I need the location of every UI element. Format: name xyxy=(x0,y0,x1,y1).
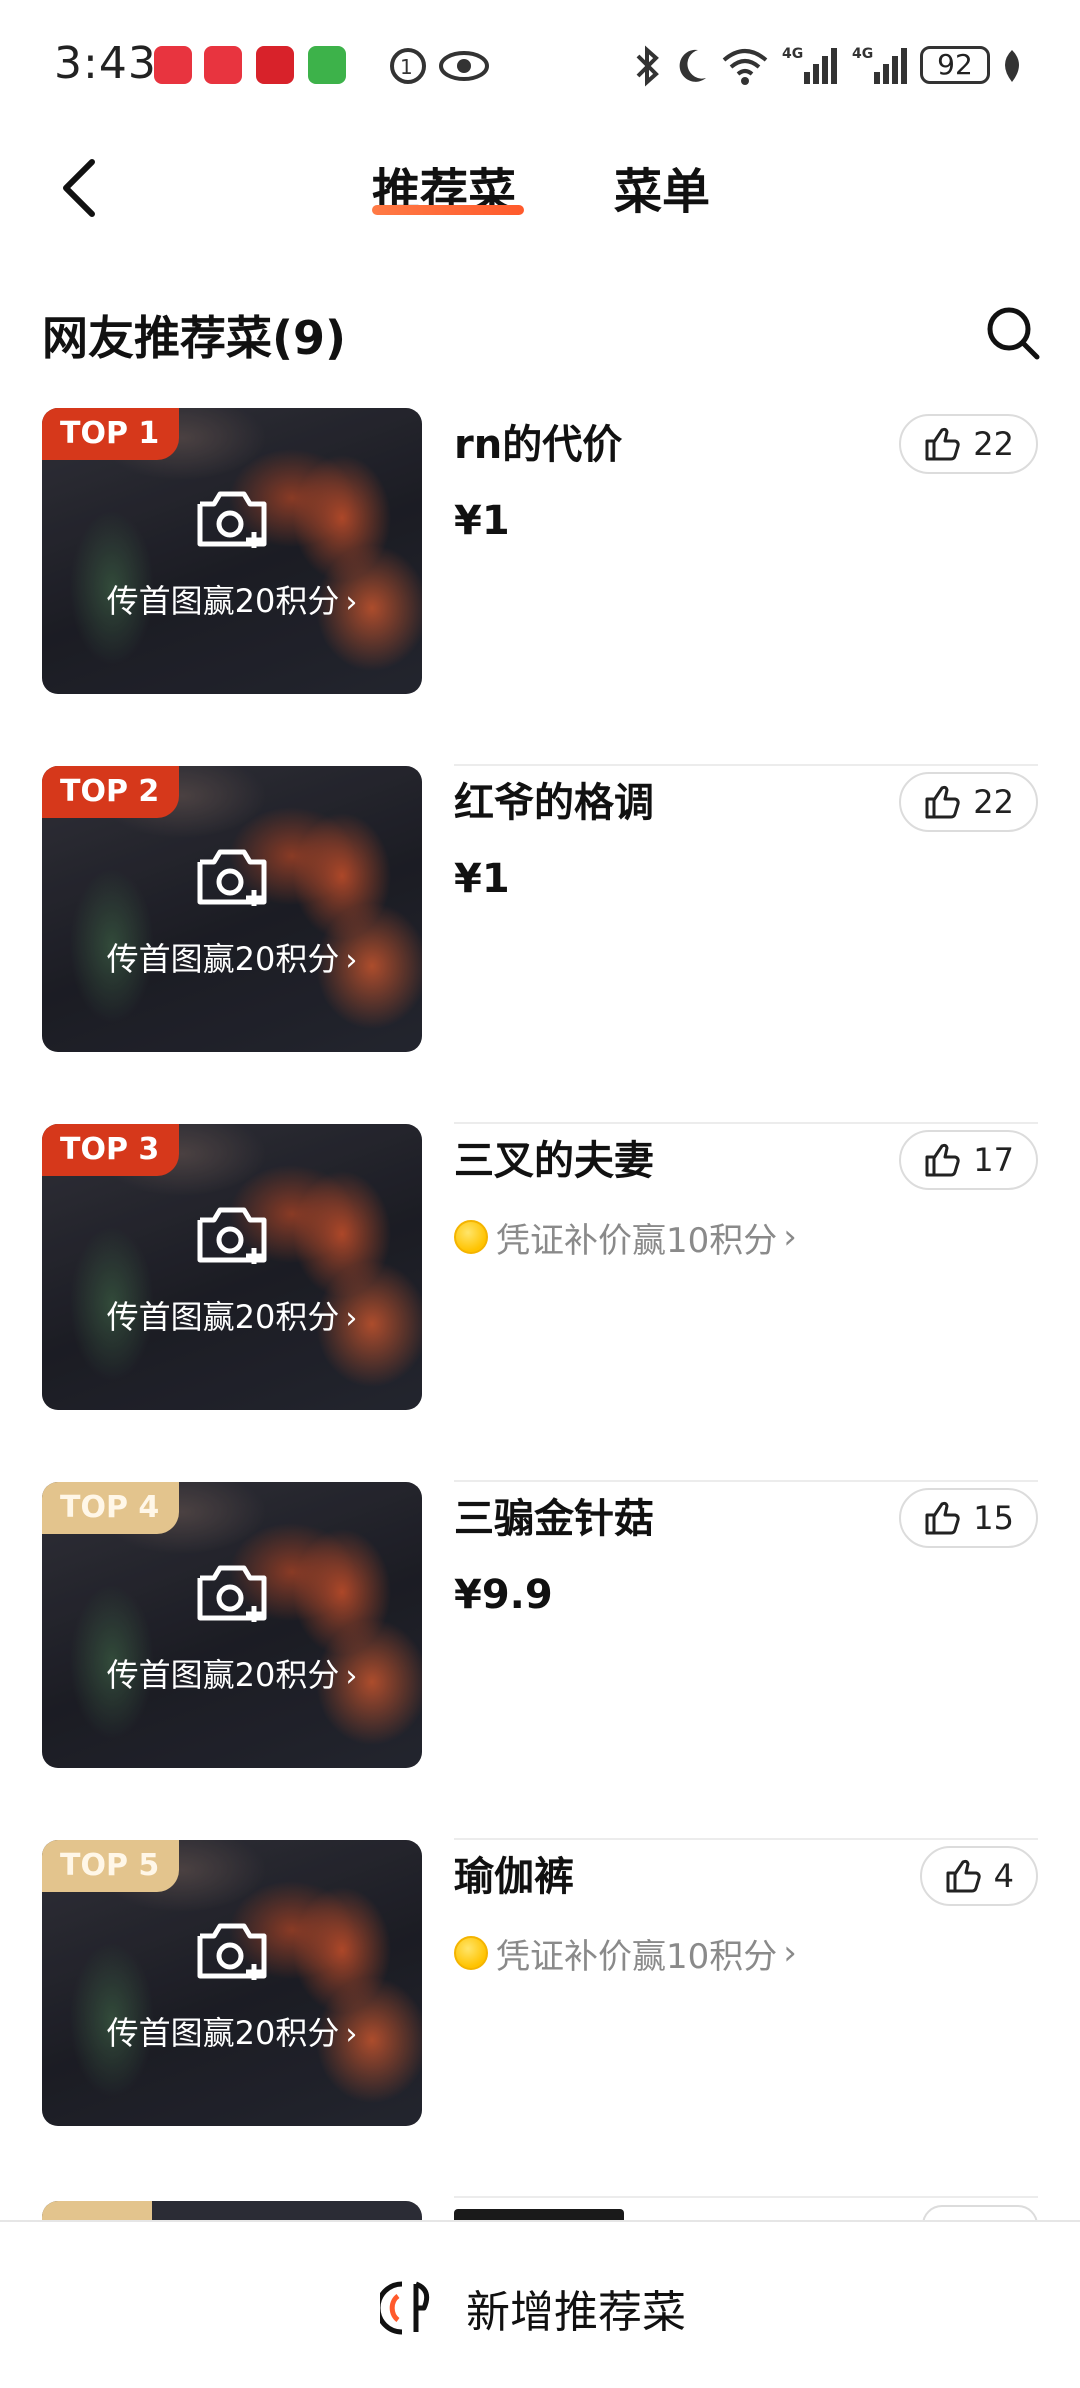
coin-icon xyxy=(454,1936,488,1970)
dish-photo-placeholder[interactable]: TOP 4 传首图赢20积分 › xyxy=(42,1482,422,1768)
like-button[interactable]: 17 xyxy=(899,1130,1038,1190)
dish-row[interactable]: TOP 5 传首图赢20积分 › 瑜伽裤 凭证补价赢10积分 › 4 xyxy=(0,1840,1080,2198)
dish-name: 瑜伽裤 xyxy=(454,1854,574,1900)
chevron-right-icon: › xyxy=(345,585,358,620)
huawei-app-icon xyxy=(204,46,242,84)
search-icon xyxy=(987,307,1040,360)
section-title: 网友推荐菜(9) xyxy=(42,311,347,365)
chevron-right-icon: › xyxy=(783,1933,797,1973)
thumbs-up-icon xyxy=(925,785,960,819)
svg-text:1: 1 xyxy=(400,55,413,79)
rank-badge: TOP 4 xyxy=(42,1482,180,1534)
dish-name: 三骟金针菇 xyxy=(454,1496,654,1542)
dish-photo-placeholder[interactable]: TOP 5 传首图赢20积分 › xyxy=(42,1840,422,2126)
add-photo-camera-icon xyxy=(197,491,267,548)
dish-row[interactable]: TOP 1 传首图赢20积分 › rn的代价 ¥1 22 xyxy=(0,408,1080,766)
status-time: 3:43 xyxy=(54,38,157,89)
like-button[interactable]: 22 xyxy=(899,414,1038,474)
rank-badge: TOP 1 xyxy=(42,408,180,460)
price-voucher-link[interactable]: 凭证补价赢10积分 › xyxy=(454,1212,797,1262)
thumbs-up-icon xyxy=(925,1143,960,1177)
thumbs-up-icon xyxy=(925,427,960,461)
like-button[interactable]: 22 xyxy=(899,772,1038,832)
dish-name: rn的代价 xyxy=(454,422,623,468)
add-photo-camera-icon xyxy=(197,1207,267,1264)
charging-leaf-icon xyxy=(1005,50,1019,82)
utensils-icon xyxy=(380,2281,430,2335)
dish-photo-placeholder[interactable]: TOP 1 传首图赢20积分 › xyxy=(42,408,422,694)
upload-photo-prompt: 传首图赢20积分 › xyxy=(106,940,358,978)
pinduoduo-app-icon xyxy=(256,46,294,84)
dish-name: 三叉的夫妻 xyxy=(454,1138,654,1184)
like-count: 15 xyxy=(973,1499,1014,1537)
dish-price: ¥1 xyxy=(454,498,510,544)
svg-text:4G: 4G xyxy=(782,46,803,62)
signal-4g-icon: 4G xyxy=(852,46,907,84)
signal-4g-icon: 4G xyxy=(782,46,837,84)
like-count: 22 xyxy=(973,783,1014,821)
like-count: 17 xyxy=(973,1141,1014,1179)
upload-photo-prompt: 传首图赢20积分 › xyxy=(106,2014,358,2052)
chevron-left-icon xyxy=(63,159,95,217)
huawei-app-icon xyxy=(154,46,192,84)
tab-menu[interactable]: 菜单 xyxy=(614,152,710,222)
chevron-right-icon: › xyxy=(783,1217,797,1257)
dish-photo-placeholder[interactable]: TOP 2 传首图赢20积分 › xyxy=(42,766,422,1052)
bottom-action-bar: 新增推荐菜 xyxy=(0,2220,1080,2388)
add-photo-camera-icon xyxy=(197,1565,267,1622)
like-count: 4 xyxy=(993,1857,1014,1895)
add-photo-camera-icon xyxy=(197,849,267,906)
status-bar: 3:43 1 4G 4G 92 xyxy=(0,0,1080,130)
rank-badge: TOP 2 xyxy=(42,766,180,818)
thumbs-up-icon xyxy=(946,1859,981,1893)
dish-name: 红爷的格调 xyxy=(454,780,654,826)
upload-photo-prompt: 传首图赢20积分 › xyxy=(106,1298,358,1336)
coin-icon xyxy=(454,1220,488,1254)
game-app-icon xyxy=(308,46,346,84)
like-button[interactable]: 4 xyxy=(919,1846,1038,1906)
chevron-right-icon: › xyxy=(345,1301,358,1336)
active-tab-indicator xyxy=(372,205,524,215)
price-voucher-link[interactable]: 凭证补价赢10积分 › xyxy=(454,1928,797,1978)
chevron-right-icon: › xyxy=(345,1659,358,1694)
rank-badge: TOP 3 xyxy=(42,1124,180,1176)
upload-photo-prompt: 传首图赢20积分 › xyxy=(106,582,358,620)
moon-icon xyxy=(679,49,706,82)
thumbs-up-icon xyxy=(925,1501,960,1535)
svg-text:4G: 4G xyxy=(852,46,873,62)
back-button[interactable] xyxy=(52,148,122,228)
add-photo-camera-icon xyxy=(197,1923,267,1980)
dish-price: ¥1 xyxy=(454,856,510,902)
add-recommended-dish-button[interactable]: 新增推荐菜 xyxy=(380,2276,686,2340)
dish-photo-placeholder[interactable]: TOP 3 传首图赢20积分 › xyxy=(42,1124,422,1410)
wifi-icon xyxy=(722,49,768,85)
eye-icon xyxy=(439,51,489,81)
upload-photo-prompt: 传首图赢20积分 › xyxy=(106,1656,358,1694)
battery-indicator: 92 xyxy=(920,46,990,84)
dish-row[interactable]: TOP 2 传首图赢20积分 › 红爷的格调 ¥1 22 xyxy=(0,766,1080,1124)
bluetooth-icon xyxy=(636,45,659,87)
dish-row[interactable]: TOP 3 传首图赢20积分 › 三叉的夫妻 凭证补价赢10积分 › 17 xyxy=(0,1124,1080,1482)
data-saver-icon: 1 xyxy=(390,48,426,84)
rank-badge: TOP 5 xyxy=(42,1840,180,1892)
add-button-label: 新增推荐菜 xyxy=(466,2287,686,2338)
search-button[interactable] xyxy=(984,304,1042,362)
chevron-right-icon: › xyxy=(345,943,358,978)
like-button[interactable]: 15 xyxy=(899,1488,1038,1548)
like-count: 22 xyxy=(973,425,1014,463)
chevron-right-icon: › xyxy=(345,2017,358,2052)
dish-row[interactable]: TOP 4 传首图赢20积分 › 三骟金针菇 ¥9.9 15 xyxy=(0,1482,1080,1840)
dish-price: ¥9.9 xyxy=(454,1572,553,1618)
